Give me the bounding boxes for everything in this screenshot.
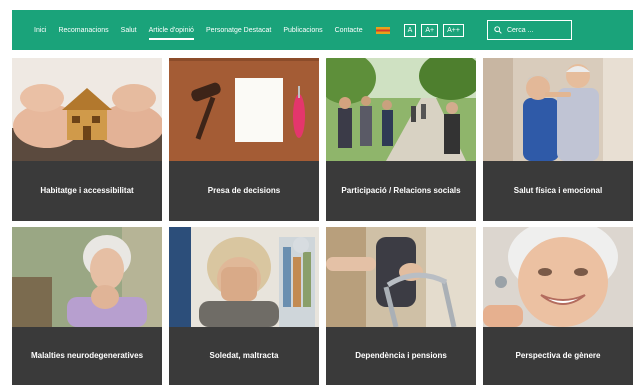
gavel-paper-pen-image (169, 58, 319, 161)
hands-holding-house-image (12, 58, 162, 161)
card-title: Malalties neurodegeneratives (30, 351, 144, 361)
menu-item-recomanacions[interactable]: Recomanacions (58, 24, 108, 37)
menu-item-salut[interactable]: Salut (121, 24, 137, 37)
category-card[interactable]: Dependència i pensions (326, 227, 476, 385)
category-card[interactable]: Habitatge i accessibilitat (12, 58, 162, 221)
category-card[interactable]: Soledat, maltracta (169, 227, 319, 385)
category-card[interactable]: Salut física i emocional (483, 58, 633, 221)
menu-item-personatge-destacat[interactable]: Personatge Destacat (206, 24, 271, 37)
smiling-elderly-woman-image (483, 227, 633, 327)
card-title: Perspectiva de gènere (515, 351, 601, 361)
font-size-controls: A A+ A++ (403, 23, 469, 37)
font-size-xlarge-button[interactable]: A++ (443, 23, 464, 37)
category-card[interactable]: Participació / Relacions socials (326, 58, 476, 221)
elderly-couple-dancing-image (483, 58, 633, 161)
category-card[interactable]: Presa de decisions (169, 58, 319, 221)
pensive-elderly-woman-image (12, 227, 162, 327)
font-size-normal-button[interactable]: A (403, 23, 417, 37)
top-navigation-bar: Inici Recomanacions Salut Article d'opin… (12, 10, 633, 50)
card-title: Soledat, maltracta (209, 351, 279, 361)
walker-assistance-image (326, 227, 476, 327)
category-card[interactable]: Malalties neurodegeneratives (12, 227, 162, 385)
category-card[interactable]: Perspectiva de gènere (483, 227, 633, 385)
card-title: Participació / Relacions socials (341, 186, 461, 196)
search-input[interactable] (506, 26, 567, 34)
people-walking-park-image (326, 58, 476, 161)
woman-covering-face-image (169, 227, 319, 327)
search-box[interactable] (486, 20, 572, 40)
card-title: Dependència i pensions (355, 351, 447, 361)
card-title: Presa de decisions (207, 186, 281, 196)
font-size-large-button[interactable]: A+ (421, 23, 439, 37)
menu-item-article-opinio[interactable]: Article d'opinió (148, 24, 195, 40)
main-menu: Inici Recomanacions Salut Article d'opin… (34, 24, 375, 40)
card-title: Habitatge i accessibilitat (40, 186, 134, 196)
menu-item-publicacions[interactable]: Publicacions (283, 24, 322, 37)
menu-item-contacte[interactable]: Contacte (335, 24, 363, 37)
menu-item-inici[interactable]: Inici (34, 24, 46, 37)
card-title: Salut física i emocional (513, 186, 603, 196)
category-grid: Habitatge i accessibilitat Presa de deci… (12, 58, 633, 385)
language-flag-icon[interactable] (375, 26, 390, 34)
search-icon (494, 26, 502, 34)
